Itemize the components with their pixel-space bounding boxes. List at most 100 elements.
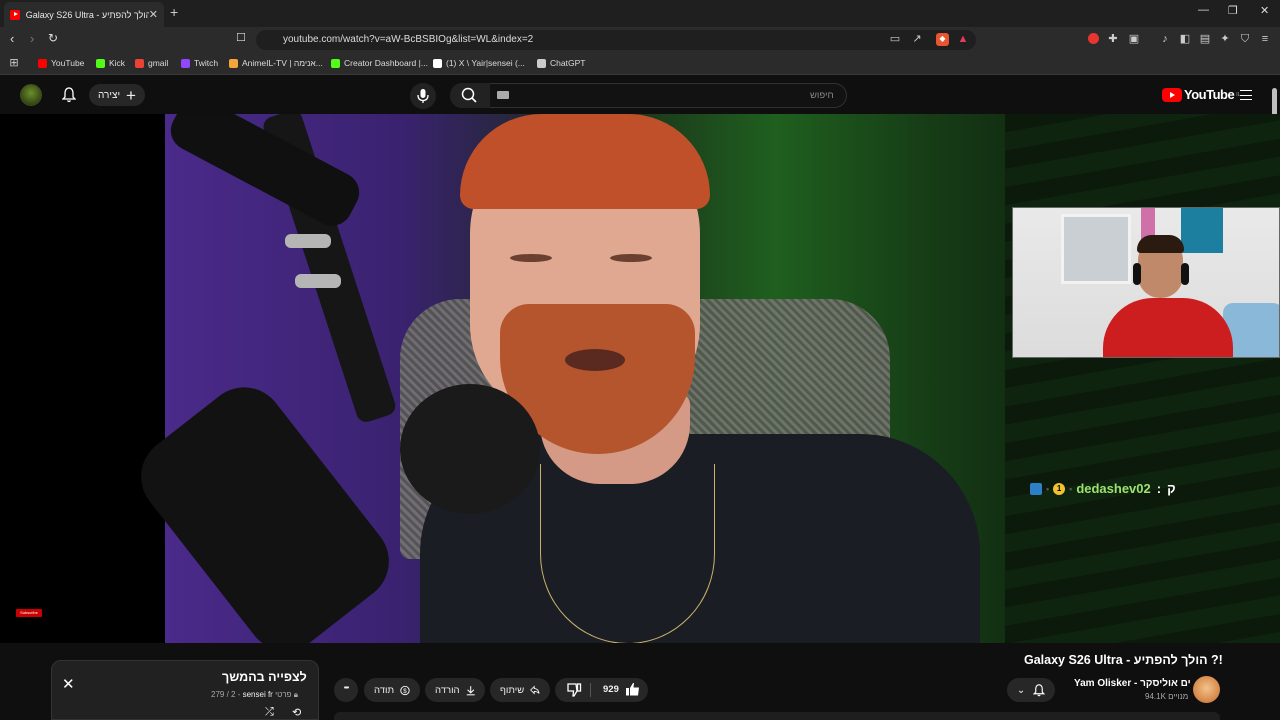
webcam-overlay [1012, 207, 1280, 358]
presenter-eye-right [610, 254, 652, 262]
video-frame-green-wall [1005, 114, 1280, 643]
browser-tab-strip [0, 0, 1280, 27]
chat-separator-dot: • [1069, 483, 1073, 494]
search-icon [461, 87, 477, 103]
search-placeholder: חיפוש [810, 90, 834, 101]
bookmark-label: ChatGPT [550, 58, 586, 68]
tab-close-icon[interactable]: ✕ [149, 8, 158, 21]
media-music-icon[interactable]: ♪ [1159, 33, 1171, 45]
bookmark-item[interactable]: ChatGPT [537, 58, 585, 68]
like-separator [590, 683, 591, 697]
share-button[interactable]: שיתוף [490, 678, 550, 702]
video-title: Galaxy S26 Ultra - הולך להפתיע ?! [1024, 653, 1223, 667]
share-page-icon[interactable]: ↗ [911, 33, 923, 45]
restore-window-button[interactable]: ❐ [1228, 4, 1238, 17]
headphones-right [1181, 263, 1189, 285]
presenter-mouth [565, 349, 625, 371]
brave-shields-icon[interactable]: ◆ [936, 33, 949, 46]
sidebar-icon[interactable]: ◧ [1179, 33, 1191, 45]
bookmark-label: Creator Dashboard |... [344, 58, 428, 68]
shuffle-icon[interactable]: ⤮ [265, 706, 274, 719]
description-box-top[interactable] [334, 712, 1220, 720]
subscribe-watermark[interactable]: Subscribe [16, 609, 42, 617]
presenter-eye-left [510, 254, 552, 262]
bookmark-page-icon[interactable]: ☐ [236, 31, 246, 44]
thanks-button[interactable]: תודה $ [364, 678, 420, 702]
search-button[interactable] [450, 83, 490, 108]
like-count: 929 [603, 684, 619, 695]
bookmark-label: Twitch [194, 58, 219, 68]
video-player[interactable] [0, 114, 1280, 643]
voice-search-button[interactable] [410, 83, 436, 109]
reload-icon[interactable]: ↻ [48, 31, 58, 45]
playlist-privacy: פרטי [275, 690, 292, 699]
microphone-icon [417, 89, 429, 103]
webcam-person-shirt [1103, 298, 1233, 357]
keyboard-icon[interactable] [497, 91, 509, 99]
subscribed-notifications-button[interactable]: ⌄ [1007, 678, 1055, 702]
youtube-play-logo-icon [1162, 87, 1182, 102]
channel-avatar[interactable] [1193, 676, 1220, 703]
vpn-shield-icon[interactable]: ⛉ [1239, 33, 1251, 45]
bell-icon [1033, 683, 1046, 696]
download-icon [466, 685, 475, 695]
bookmark-favicon-icon [135, 58, 144, 68]
bookmark-item[interactable]: Kick [96, 58, 125, 68]
dislike-button[interactable] [567, 683, 582, 697]
search-input[interactable] [450, 83, 847, 108]
bookmark-label: gmail [148, 58, 169, 68]
chevron-down-icon: ⌄ [1016, 684, 1026, 696]
guide-menu-icon[interactable] [1240, 90, 1252, 100]
loop-icon[interactable]: ⟲ [292, 706, 301, 719]
bookmark-favicon-icon [433, 58, 442, 68]
forward-arrow-icon[interactable]: › [30, 31, 34, 46]
channel-name[interactable]: Yam Olisker - ים אוליסקר [1074, 678, 1191, 689]
apps-grid-icon[interactable]: ⊞ [8, 57, 20, 69]
close-window-button[interactable]: ✕ [1260, 4, 1269, 17]
extensions-puzzle-icon[interactable]: ✚ [1107, 33, 1119, 45]
leo-ai-icon[interactable]: ✦ [1219, 33, 1231, 45]
bookmark-label: AnimeIL-TV | אנימה... [242, 58, 323, 68]
download-button[interactable]: הורדה [425, 678, 485, 702]
like-button[interactable] [625, 682, 640, 697]
browser-menu-icon[interactable]: ≡ [1259, 33, 1271, 45]
download-label: הורדה [435, 684, 460, 696]
bookmark-item[interactable]: AnimeIL-TV | אנימה... [229, 58, 323, 68]
youtube-logo[interactable]: YouTube IL [1162, 87, 1240, 102]
extension-square-icon[interactable]: ▣ [1128, 33, 1140, 45]
mic-arm-bolt [295, 274, 341, 288]
cast-icon[interactable]: ▭ [889, 33, 901, 45]
bookmark-item[interactable]: (1) X \ Yair|sensei (... [433, 58, 525, 68]
notifications-bell-icon[interactable] [62, 87, 76, 103]
super-thanks-icon: $ [400, 685, 410, 695]
playlist-meta: 279 / 2 - sensei fr פרטי 🔒︎ [211, 690, 299, 699]
playlist-title[interactable]: לצפייה בהמשך [222, 670, 307, 684]
bookmark-item[interactable]: Twitch [181, 58, 218, 68]
youtube-logo-text: YouTube [1184, 87, 1235, 102]
bookmark-item[interactable]: YouTube [38, 58, 84, 68]
close-playlist-button[interactable]: ✕ [62, 675, 75, 693]
create-button[interactable]: יצירה + [89, 84, 145, 106]
bookmark-favicon-icon [537, 58, 546, 68]
brave-rewards-icon[interactable]: ▲ [957, 33, 969, 45]
thumbs-up-icon [626, 683, 639, 696]
back-arrow-icon[interactable]: ‹ [10, 31, 14, 46]
bookmark-item[interactable]: gmail [135, 58, 168, 68]
bookmark-favicon-icon [96, 58, 105, 68]
bookmark-label: Kick [109, 58, 126, 68]
chat-separator-dot: • [1046, 483, 1050, 494]
account-avatar[interactable] [20, 84, 42, 106]
new-tab-button[interactable]: + [170, 4, 178, 20]
bookmark-favicon-icon [331, 58, 340, 68]
wallet-icon[interactable]: ▤ [1199, 33, 1211, 45]
microphone-head [400, 384, 540, 514]
stream-chat-message: • 1 • dedashev02 : ק [1030, 481, 1176, 496]
extension-red-icon[interactable] [1088, 33, 1099, 44]
playlist-owner[interactable]: sensei fr [243, 690, 273, 699]
bookmark-label: YouTube [51, 58, 85, 68]
minimize-window-button[interactable]: — [1198, 4, 1209, 16]
browser-tab-active[interactable]: Galaxy S26 Ultra - הולך להפתיע ✕ [4, 2, 164, 27]
playlist-position: 279 / 2 [211, 690, 236, 699]
bookmark-item[interactable]: Creator Dashboard |... [331, 58, 428, 68]
more-actions-button[interactable]: ••• [334, 678, 358, 702]
